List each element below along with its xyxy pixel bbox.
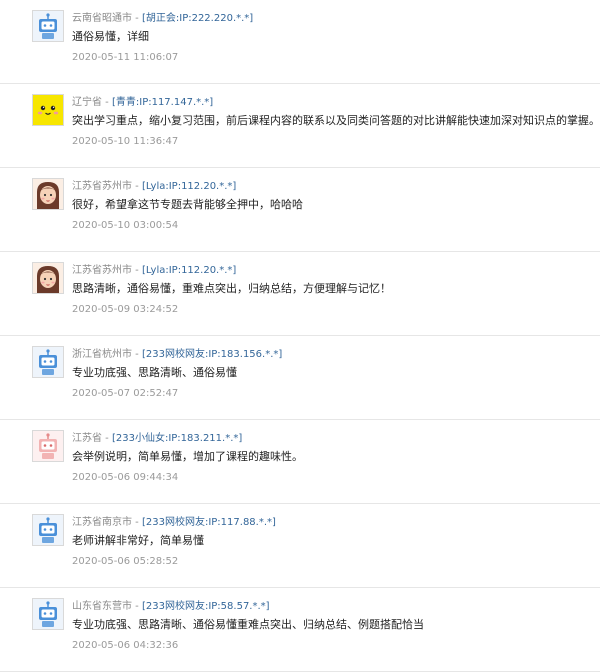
robot-icon (32, 598, 64, 630)
comment-time: 2020-05-09 03:24:52 (72, 304, 179, 315)
comment-text: 老师讲解非常好，简单易懂 (72, 534, 204, 547)
comment-time: 2020-05-07 02:52:47 (72, 388, 179, 399)
meta-separator: - (132, 265, 142, 276)
comment-time: 2020-05-10 11:36:47 (72, 136, 179, 147)
comment-meta: 云南省昭通市 - [胡正会:IP:222.220.*.*] (72, 9, 253, 24)
comment-location: 江苏省苏州市 (72, 181, 132, 192)
comment-user-link[interactable]: [233网校网友:IP:117.88.*.*] (142, 517, 276, 528)
comment-item: 辽宁省 - [青青:IP:117.147.*.*] 突出学习重点，缩小复习范围，… (0, 84, 600, 168)
comment-location: 浙江省杭州市 (72, 349, 132, 360)
meta-separator: - (132, 181, 142, 192)
robot-icon (32, 10, 64, 42)
comment-item: 山东省东营市 - [233网校网友:IP:58.57.*.*] 专业功底强、思路… (0, 588, 600, 672)
comment-item: 江苏省苏州市 - [Lyla:IP:112.20.*.*] 很好，希望拿这节专题… (0, 168, 600, 252)
pink-robot-icon (32, 430, 64, 462)
comment-user-link[interactable]: [青青:IP:117.147.*.*] (112, 97, 213, 108)
comment-meta: 江苏省 - [233小仙女:IP:183.211.*.*] (72, 429, 242, 444)
comment-time: 2020-05-06 05:28:52 (72, 556, 179, 567)
comment-meta: 江苏省苏州市 - [Lyla:IP:112.20.*.*] (72, 261, 236, 276)
comment-item: 江苏省苏州市 - [Lyla:IP:112.20.*.*] 思路清晰，通俗易懂，… (0, 252, 600, 336)
comment-time: 2020-05-06 04:32:36 (72, 640, 179, 651)
comment-location: 山东省东营市 (72, 601, 132, 612)
comment-text: 通俗易懂，详细 (72, 30, 149, 43)
comment-user-link[interactable]: [Lyla:IP:112.20.*.*] (142, 265, 236, 276)
comment-text: 思路清晰，通俗易懂，重难点突出，归纳总结，方便理解与记忆！ (72, 282, 391, 295)
comment-meta: 辽宁省 - [青青:IP:117.147.*.*] (72, 93, 213, 108)
comment-text: 专业功底强、思路清晰、通俗易懂重难点突出、归纳总结、例题搭配恰当 (72, 618, 424, 631)
comment-time: 2020-05-10 03:00:54 (72, 220, 179, 231)
comment-meta: 江苏省苏州市 - [Lyla:IP:112.20.*.*] (72, 177, 236, 192)
comment-text: 专业功底强、思路清晰、通俗易懂 (72, 366, 237, 379)
meta-separator: - (132, 13, 142, 24)
comment-meta: 江苏省南京市 - [233网校网友:IP:117.88.*.*] (72, 513, 276, 528)
comment-time: 2020-05-11 11:06:07 (72, 52, 179, 63)
comment-user-link[interactable]: [233小仙女:IP:183.211.*.*] (112, 433, 242, 444)
yellow-face-icon (32, 94, 64, 126)
comment-text: 会举例说明，简单易懂，增加了课程的趣味性。 (72, 450, 303, 463)
robot-icon (32, 514, 64, 546)
comment-text: 很好，希望拿这节专题去背能够全押中，哈哈哈 (72, 198, 303, 211)
comment-item: 云南省昭通市 - [胡正会:IP:222.220.*.*] 通俗易懂，详细 20… (0, 0, 600, 84)
meta-separator: - (132, 517, 142, 528)
comment-user-link[interactable]: [233网校网友:IP:58.57.*.*] (142, 601, 270, 612)
comment-list: 云南省昭通市 - [胡正会:IP:222.220.*.*] 通俗易懂，详细 20… (0, 0, 600, 672)
robot-icon (32, 346, 64, 378)
meta-separator: - (132, 349, 142, 360)
comment-item: 江苏省南京市 - [233网校网友:IP:117.88.*.*] 老师讲解非常好… (0, 504, 600, 588)
girl-face-icon (32, 178, 64, 210)
comment-meta: 山东省东营市 - [233网校网友:IP:58.57.*.*] (72, 597, 270, 612)
girl-face-icon (32, 262, 64, 294)
comment-item: 浙江省杭州市 - [233网校网友:IP:183.156.*.*] 专业功底强、… (0, 336, 600, 420)
comment-location: 云南省昭通市 (72, 13, 132, 24)
comment-user-link[interactable]: [胡正会:IP:222.220.*.*] (142, 13, 253, 24)
comment-location: 江苏省 (72, 433, 102, 444)
comment-text: 突出学习重点，缩小复习范围，前后课程内容的联系以及同类问答题的对比讲解能快速加深… (72, 114, 600, 127)
meta-separator: - (102, 97, 112, 108)
meta-separator: - (132, 601, 142, 612)
comment-meta: 浙江省杭州市 - [233网校网友:IP:183.156.*.*] (72, 345, 282, 360)
comment-item: 江苏省 - [233小仙女:IP:183.211.*.*] 会举例说明，简单易懂… (0, 420, 600, 504)
meta-separator: - (102, 433, 112, 444)
comment-location: 江苏省苏州市 (72, 265, 132, 276)
comment-user-link[interactable]: [Lyla:IP:112.20.*.*] (142, 181, 236, 192)
comment-location: 辽宁省 (72, 97, 102, 108)
comment-time: 2020-05-06 09:44:34 (72, 472, 179, 483)
comment-user-link[interactable]: [233网校网友:IP:183.156.*.*] (142, 349, 282, 360)
comment-location: 江苏省南京市 (72, 517, 132, 528)
